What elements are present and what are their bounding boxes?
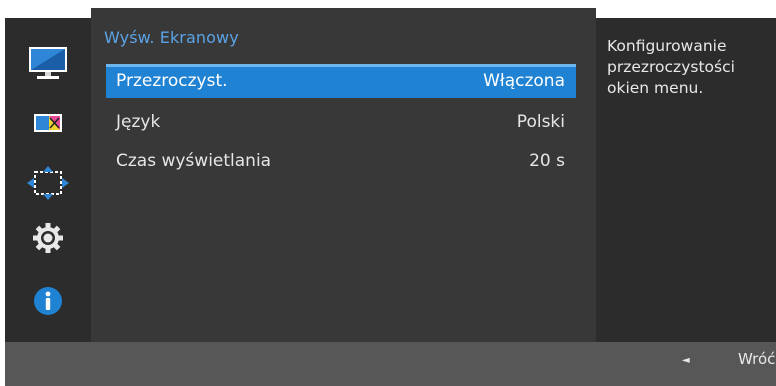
menu-item-transparency[interactable]: Przezroczyst. Włączona bbox=[106, 64, 576, 98]
description-panel: Konfigurowanie przezroczystości okien me… bbox=[596, 18, 776, 342]
osd-screen: Wyśw. Ekranowy Przezroczyst. Włączona Ję… bbox=[0, 0, 776, 386]
monitor-icon bbox=[29, 47, 67, 79]
menu-item-value: 20 s bbox=[529, 151, 565, 171]
menu-item-value: Polski bbox=[516, 112, 565, 132]
sidebar-item-system[interactable] bbox=[5, 220, 91, 256]
sidebar-item-color[interactable] bbox=[5, 110, 91, 136]
description-line: okien menu. bbox=[607, 79, 704, 97]
back-arrow-icon: ◄ bbox=[682, 355, 690, 366]
menu-panel: Wyśw. Ekranowy Przezroczyst. Włączona Ję… bbox=[91, 8, 596, 352]
menu-item-value: Włączona bbox=[483, 71, 565, 91]
footer-bar: ◄ Wróć bbox=[5, 342, 776, 386]
info-icon bbox=[34, 287, 62, 315]
description-line: przezroczystości bbox=[607, 58, 735, 76]
sidebar bbox=[5, 18, 91, 342]
size-position-icon bbox=[27, 166, 69, 200]
description-line: Konfigurowanie bbox=[607, 37, 727, 55]
sidebar-item-picture[interactable] bbox=[5, 44, 91, 84]
menu-item-language[interactable]: Język Polski bbox=[106, 105, 576, 139]
menu-item-label: Język bbox=[116, 112, 161, 132]
menu-item-label: Przezroczyst. bbox=[116, 71, 228, 91]
description-text: Konfigurowanie przezroczystości okien me… bbox=[607, 36, 772, 99]
back-button[interactable]: Wróć bbox=[738, 350, 775, 368]
panel-title: Wyśw. Ekranowy bbox=[104, 28, 239, 47]
color-icon bbox=[34, 114, 62, 132]
sidebar-item-size-position[interactable] bbox=[5, 163, 91, 203]
menu-item-label: Czas wyświetlania bbox=[116, 151, 272, 171]
sidebar-item-information[interactable] bbox=[5, 284, 91, 318]
gear-icon bbox=[33, 223, 63, 253]
menu-item-display-time[interactable]: Czas wyświetlania 20 s bbox=[106, 144, 576, 178]
